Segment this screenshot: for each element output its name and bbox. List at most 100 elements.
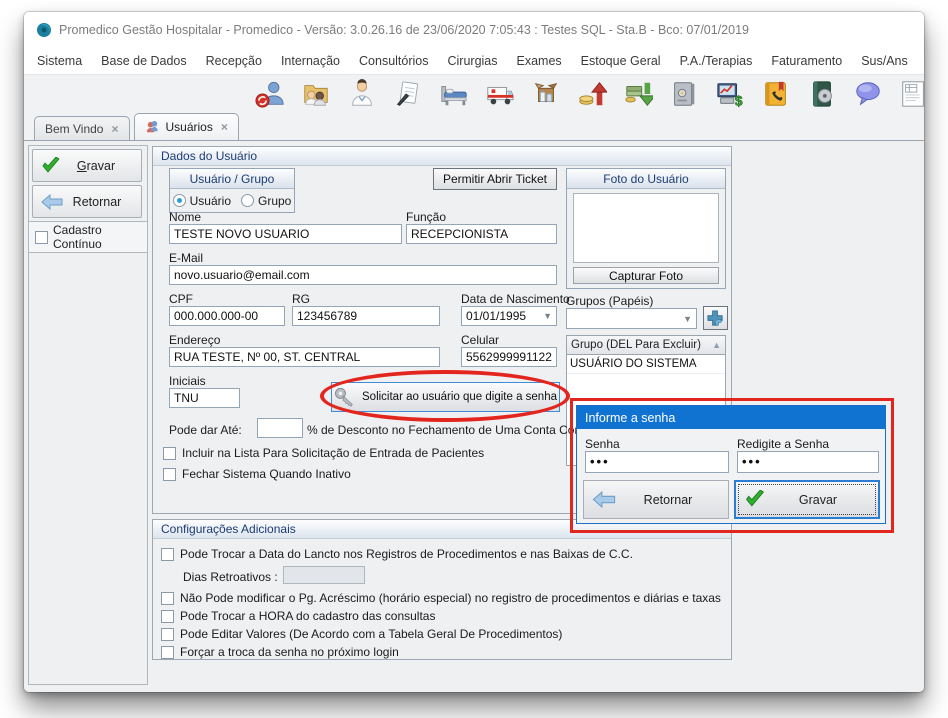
- menu-item-pa-terapias[interactable]: P.A./Terapias: [680, 54, 753, 68]
- iniciais-input[interactable]: TNU: [169, 388, 240, 408]
- radio-grupo-control[interactable]: [241, 194, 254, 207]
- menu-item-sus-ans[interactable]: Sus/Ans: [861, 54, 908, 68]
- doctor-icon[interactable]: [344, 77, 380, 111]
- allow-ticket-button[interactable]: Permitir Abrir Ticket: [433, 168, 557, 190]
- save-button[interactable]: Gravar: [32, 149, 142, 182]
- menu-item-internacao[interactable]: Internação: [281, 54, 340, 68]
- content-area: Gravar Retornar Cadastro Contínuo Dados …: [24, 140, 924, 692]
- money-out-icon[interactable]: [620, 77, 656, 111]
- dialog-save-button[interactable]: Gravar: [734, 480, 880, 519]
- report-icon[interactable]: [896, 77, 924, 111]
- menu-item-estoque-geral[interactable]: Estoque Geral: [581, 54, 661, 68]
- close-when-idle-option[interactable]: Fechar Sistema Quando Inativo: [163, 467, 351, 481]
- include-entry-list-checkbox[interactable]: [163, 447, 176, 460]
- grupos-combo[interactable]: ▼: [566, 308, 697, 329]
- edit-values-option[interactable]: Pode Editar Valores (De Acordo com a Tab…: [161, 627, 562, 641]
- endereco-input[interactable]: RUA TESTE, Nº 00, ST. CENTRAL: [169, 347, 440, 367]
- check-icon: [744, 490, 766, 509]
- cpf-input[interactable]: 000.000.000-00: [169, 306, 285, 326]
- radio-usuario[interactable]: Usuário: [173, 194, 231, 208]
- no-modify-surcharge-checkbox[interactable]: [161, 592, 174, 605]
- money-in-icon[interactable]: [574, 77, 610, 111]
- tab-close-icon[interactable]: ×: [221, 120, 228, 134]
- menu-item-cirurgias[interactable]: Cirurgias: [448, 54, 498, 68]
- photo-group-title: Foto do Usuário: [567, 169, 725, 189]
- safe-icon[interactable]: [666, 77, 702, 111]
- menu-bar: Sistema Base de Dados Recepção Internaçã…: [24, 48, 924, 74]
- menu-item-base-de-dados[interactable]: Base de Dados: [101, 54, 186, 68]
- email-input[interactable]: novo.usuario@email.com: [169, 265, 557, 285]
- continuous-register-option[interactable]: Cadastro Contínuo: [29, 221, 147, 253]
- include-entry-list-option[interactable]: Incluir na Lista Para Solicitação de Ent…: [163, 446, 484, 460]
- return-button[interactable]: Retornar: [32, 185, 142, 218]
- tab-usuarios-label: Usuários: [166, 120, 213, 134]
- prescription-icon[interactable]: [390, 77, 426, 111]
- chat-icon[interactable]: [850, 77, 886, 111]
- stock-supplies-icon[interactable]: [528, 77, 564, 111]
- radio-grupo[interactable]: Grupo: [241, 194, 291, 208]
- redigite-input[interactable]: •••: [737, 451, 879, 473]
- patients-folder-icon[interactable]: [298, 77, 334, 111]
- app-window: Promedico Gestão Hospitalar - Promedico …: [24, 12, 924, 692]
- continuous-register-label: Cadastro Contínuo: [53, 223, 147, 251]
- return-button-label: Retornar: [63, 195, 131, 209]
- no-modify-surcharge-option[interactable]: Não Pode modificar o Pg. Acréscimo (horá…: [161, 591, 721, 605]
- radio-usuario-control[interactable]: [173, 194, 186, 207]
- dias-retroativos-label: Dias Retroativos :: [183, 570, 278, 584]
- celular-input[interactable]: 5562999991122: [461, 347, 557, 367]
- user-sync-icon[interactable]: [252, 77, 288, 111]
- photo-group: Foto do Usuário Capturar Foto: [566, 168, 726, 289]
- add-group-button[interactable]: [703, 306, 728, 330]
- force-password-change-option[interactable]: Forçar a troca da senha no próximo login: [161, 645, 399, 659]
- groups-grid-header[interactable]: Grupo (DEL Para Excluir) ▲: [567, 336, 725, 355]
- arrow-left-icon: [41, 194, 63, 210]
- hospital-bed-icon[interactable]: [436, 77, 472, 111]
- password-dialog-title: Informe a senha: [577, 406, 885, 429]
- password-dialog: Informe a senha Senha ••• Redigite a Sen…: [576, 405, 886, 524]
- request-password-button[interactable]: Solicitar ao usuário que digite a senha: [331, 382, 560, 412]
- dialog-return-button[interactable]: Retornar: [583, 480, 729, 519]
- change-lancto-date-checkbox[interactable]: [161, 548, 174, 561]
- funcao-label: Função: [406, 210, 446, 224]
- tab-usuarios[interactable]: Usuários ×: [134, 113, 239, 140]
- photo-placeholder: [573, 193, 719, 263]
- type-selector-title: Usuário / Grupo: [170, 169, 294, 189]
- change-lancto-date-option[interactable]: Pode Trocar a Data do Lancto nos Registr…: [161, 547, 633, 561]
- tab-close-icon[interactable]: ×: [111, 122, 118, 136]
- menu-item-exames[interactable]: Exames: [517, 54, 562, 68]
- change-hour-option[interactable]: Pode Trocar a HORA do cadastro das consu…: [161, 609, 435, 623]
- group-row[interactable]: USUÁRIO DO SISTEMA: [567, 355, 725, 374]
- include-entry-list-label: Incluir na Lista Para Solicitação de Ent…: [182, 446, 484, 460]
- redigite-label: Redigite a Senha: [737, 437, 829, 451]
- billing-chart-icon[interactable]: $: [712, 77, 748, 111]
- tab-bem-vindo[interactable]: Bem Vindo ×: [34, 116, 130, 140]
- chevron-down-icon[interactable]: ▼: [543, 311, 552, 321]
- nome-input[interactable]: TESTE NOVO USUARIO: [169, 224, 402, 244]
- manual-book-icon[interactable]: [804, 77, 840, 111]
- rg-input[interactable]: 123456789: [292, 306, 440, 326]
- menu-item-sistema[interactable]: Sistema: [37, 54, 82, 68]
- senha-input[interactable]: •••: [585, 451, 729, 473]
- capture-photo-button[interactable]: Capturar Foto: [573, 267, 719, 284]
- change-hour-checkbox[interactable]: [161, 610, 174, 623]
- ambulance-icon[interactable]: [482, 77, 518, 111]
- close-when-idle-checkbox[interactable]: [163, 468, 176, 481]
- discount-label: Pode dar Até:: [169, 423, 242, 437]
- menu-item-recepcao[interactable]: Recepção: [206, 54, 262, 68]
- dias-retroativos-input[interactable]: [283, 566, 365, 584]
- change-lancto-date-label: Pode Trocar a Data do Lancto nos Registr…: [180, 547, 633, 561]
- discount-input[interactable]: [257, 418, 303, 438]
- funcao-input[interactable]: RECEPCIONISTA: [406, 224, 557, 244]
- birthdate-combo[interactable]: 01/01/1995 ▼: [461, 306, 557, 326]
- edit-values-checkbox[interactable]: [161, 628, 174, 641]
- request-password-button-label: Solicitar ao usuário que digite a senha: [362, 391, 557, 403]
- continuous-register-checkbox[interactable]: [35, 231, 48, 244]
- phonebook-icon[interactable]: [758, 77, 794, 111]
- menu-item-consultorios[interactable]: Consultórios: [359, 54, 428, 68]
- force-password-change-checkbox[interactable]: [161, 646, 174, 659]
- type-selector-group: Usuário / Grupo Usuário Grupo: [169, 168, 295, 213]
- menu-item-faturamento[interactable]: Faturamento: [771, 54, 842, 68]
- force-password-change-label: Forçar a troca da senha no próximo login: [180, 645, 399, 659]
- users-icon: [145, 120, 160, 135]
- chevron-down-icon[interactable]: ▼: [683, 314, 692, 324]
